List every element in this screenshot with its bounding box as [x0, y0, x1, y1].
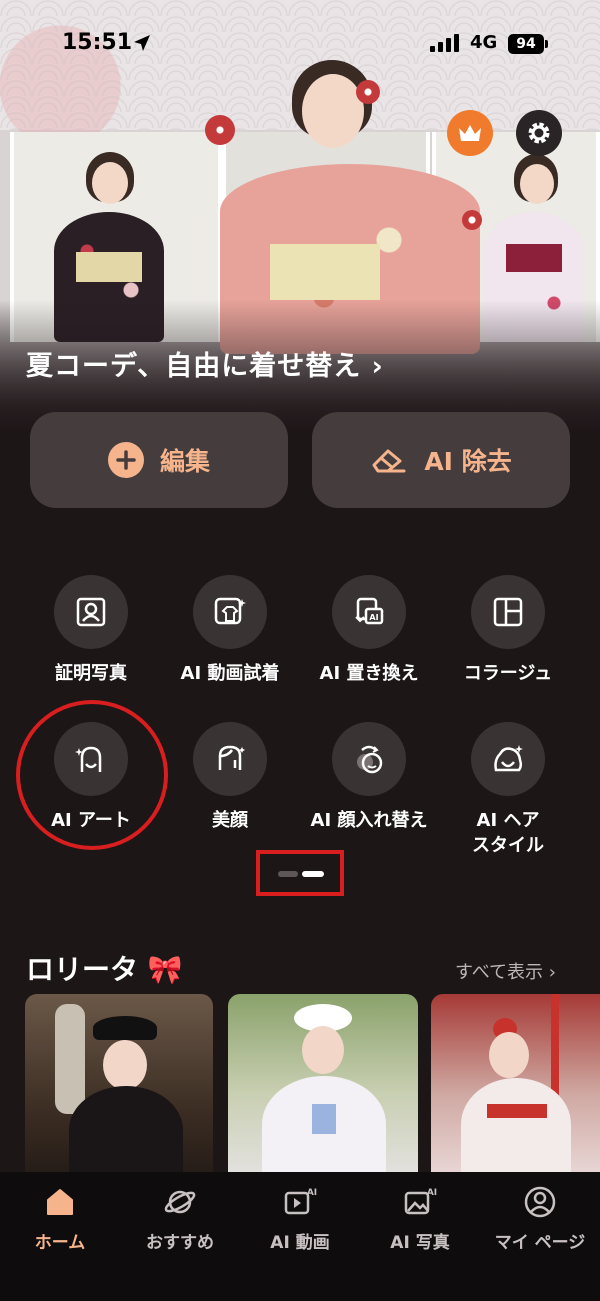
tool-beauty-face[interactable]: 美顔: [160, 722, 300, 833]
video-tryon-icon: [193, 575, 267, 649]
page-dot: [278, 871, 298, 877]
ai-remove-button[interactable]: AI 除去: [312, 412, 570, 508]
status-bar: 15:51 4G 94: [0, 0, 600, 80]
page-dot-active: [302, 871, 324, 877]
tab-bar: ホーム おすすめ AI AI 動画 AI AI 写真 マイ ページ: [0, 1172, 600, 1301]
tool-video-tryon[interactable]: AI 動画試着: [160, 575, 300, 686]
location-arrow-icon: [134, 35, 150, 51]
tab-label: おすすめ: [146, 1233, 214, 1253]
flower-ornament: [205, 115, 235, 145]
flower-ornament: [462, 210, 482, 230]
svg-text:AI: AI: [369, 613, 378, 622]
tool-collage[interactable]: コラージュ: [438, 575, 578, 686]
settings-button[interactable]: [516, 110, 562, 156]
flower-ornament: [356, 80, 380, 104]
profile-icon: [520, 1182, 560, 1222]
tab-label: AI 動画: [270, 1233, 330, 1253]
tool-hairstyle[interactable]: AI ヘア スタイル: [438, 722, 578, 858]
tool-face-swap[interactable]: AI 顔入れ替え: [299, 722, 439, 833]
beauty-face-icon: [193, 722, 267, 796]
status-time: 15:51: [62, 30, 133, 55]
hairstyle-icon: [471, 722, 545, 796]
hero-title[interactable]: 夏コーデ、自由に着せ替え ›: [26, 344, 384, 383]
section-title: ロリータ 🎀: [26, 953, 183, 986]
tool-label: 証明写真: [55, 663, 127, 684]
tool-label: AI 顔入れ替え: [310, 810, 428, 831]
id-photo-icon: [54, 575, 128, 649]
svg-text:AI: AI: [307, 1188, 317, 1198]
tab-label: AI 写真: [390, 1233, 450, 1253]
edit-label: 編集: [159, 447, 210, 476]
planet-icon: [160, 1182, 200, 1222]
tool-label: AI ヘア スタイル: [472, 810, 544, 856]
ai-remove-label: AI 除去: [424, 447, 512, 476]
tab-ai-photo[interactable]: AI AI 写真: [360, 1172, 480, 1301]
collage-icon: [471, 575, 545, 649]
highlight-annotation: [16, 700, 168, 850]
tab-home[interactable]: ホーム: [0, 1172, 120, 1301]
lolita-card-1[interactable]: [25, 994, 213, 1194]
face-swap-icon: [332, 722, 406, 796]
tool-id-photo[interactable]: 証明写真: [21, 575, 161, 686]
svg-text:AI: AI: [427, 1188, 437, 1198]
tool-label: AI 置き換え: [319, 663, 419, 684]
edit-button[interactable]: 編集: [30, 412, 288, 508]
battery-icon: 94: [508, 34, 548, 54]
gear-icon: [528, 122, 550, 144]
tool-label: 美顔: [212, 810, 248, 831]
tool-label: コラージュ: [463, 663, 553, 684]
signal-icon: [430, 34, 459, 52]
tool-ai-replace[interactable]: AI AI 置き換え: [299, 575, 439, 686]
see-all-link[interactable]: すべて表示 ›: [455, 958, 556, 984]
page-indicator[interactable]: [278, 871, 324, 877]
lolita-card-3[interactable]: [431, 994, 600, 1194]
tab-my-page[interactable]: マイ ページ: [480, 1172, 600, 1301]
crown-icon: [459, 125, 481, 141]
tab-label: マイ ページ: [494, 1233, 586, 1253]
ai-video-icon: AI: [280, 1182, 320, 1222]
tab-ai-video[interactable]: AI AI 動画: [240, 1172, 360, 1301]
tab-label: ホーム: [34, 1233, 86, 1253]
tool-label: AI 動画試着: [180, 663, 280, 684]
ai-photo-icon: AI: [400, 1182, 440, 1222]
tab-recommended[interactable]: おすすめ: [120, 1172, 240, 1301]
eraser-icon: [372, 449, 406, 473]
ai-replace-icon: AI: [332, 575, 406, 649]
network-type: 4G: [470, 32, 498, 53]
plus-icon: [107, 442, 144, 478]
home-icon: [40, 1182, 80, 1222]
lolita-card-2[interactable]: [228, 994, 418, 1194]
premium-crown-button[interactable]: [447, 110, 493, 156]
